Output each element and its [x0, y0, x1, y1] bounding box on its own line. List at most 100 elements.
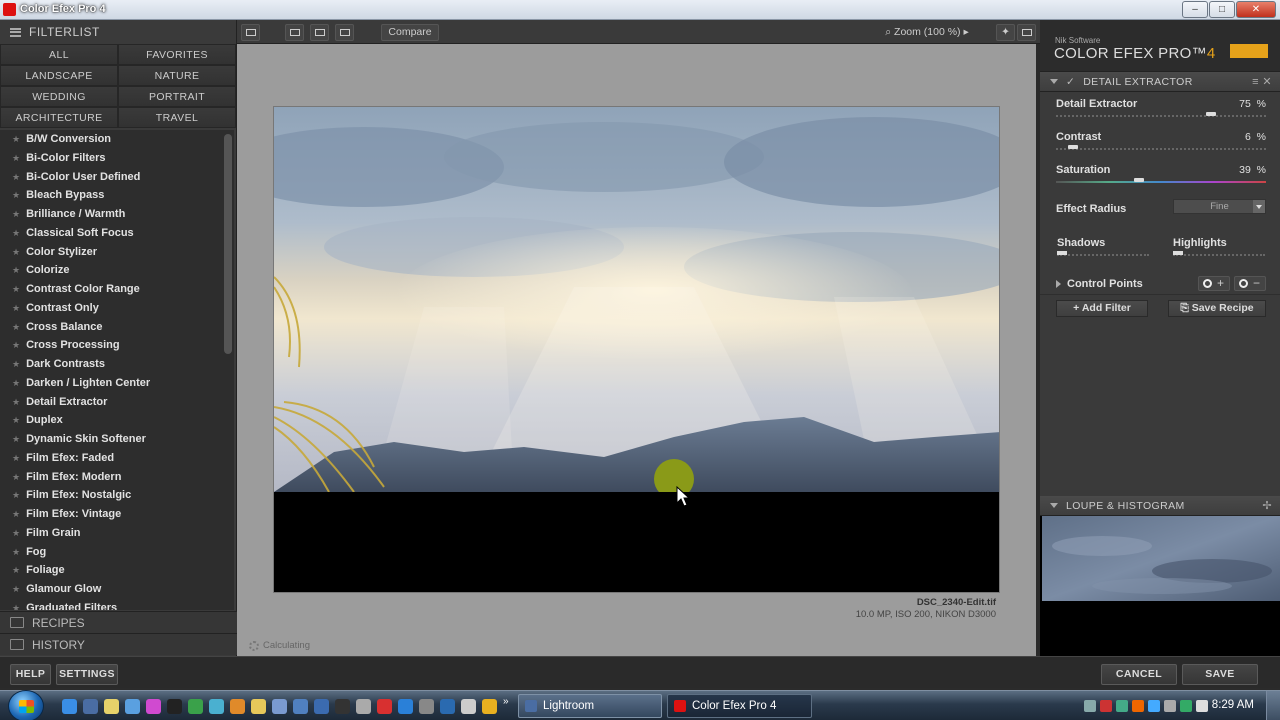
- compare-button[interactable]: Compare: [381, 24, 439, 41]
- star-icon[interactable]: ★: [12, 359, 20, 369]
- quicklaunch-icon[interactable]: [419, 699, 434, 714]
- list-item[interactable]: ★ Contrast Only: [0, 299, 222, 318]
- add-filter-button[interactable]: + Add Filter: [1056, 300, 1148, 317]
- slider-track[interactable]: [1056, 115, 1266, 117]
- tray-icon[interactable]: [1084, 700, 1096, 712]
- show-desktop-button[interactable]: [1266, 691, 1280, 720]
- tray-icon[interactable]: [1164, 700, 1176, 712]
- hide-control-panel-button[interactable]: [1017, 24, 1036, 41]
- quicklaunch-icon[interactable]: [440, 699, 455, 714]
- list-item[interactable]: ★ Cross Balance: [0, 318, 222, 337]
- star-icon[interactable]: ★: [12, 303, 20, 313]
- remove-control-point-button[interactable]: −: [1234, 276, 1266, 291]
- star-icon[interactable]: ★: [12, 153, 20, 163]
- add-control-point-button[interactable]: +: [1198, 276, 1230, 291]
- list-item[interactable]: ★ Color Stylizer: [0, 243, 222, 262]
- quicklaunch-icon[interactable]: [146, 699, 161, 714]
- zoom-arrow-icon[interactable]: ▸: [961, 26, 968, 38]
- star-icon[interactable]: ★: [12, 528, 20, 538]
- shadows-slider-thumb[interactable]: [1057, 251, 1067, 255]
- folder-icon[interactable]: [104, 699, 119, 714]
- slider-track[interactable]: [1056, 148, 1266, 150]
- quicklaunch-icon[interactable]: [188, 699, 203, 714]
- network-icon[interactable]: [1180, 700, 1192, 712]
- window-title-bar[interactable]: Color Efex Pro 4 – □ ✕: [0, 0, 1280, 20]
- recipes-section[interactable]: RECIPES: [0, 611, 237, 633]
- quicklaunch-icon[interactable]: [314, 699, 329, 714]
- category-favorites[interactable]: FAVORITES: [118, 44, 236, 65]
- star-icon[interactable]: ★: [12, 247, 20, 257]
- star-icon[interactable]: ★: [12, 190, 20, 200]
- quicklaunch-icon[interactable]: [167, 699, 182, 714]
- list-item[interactable]: ★ Glamour Glow: [0, 580, 222, 599]
- quicklaunch-icon[interactable]: [230, 699, 245, 714]
- list-item[interactable]: ★ Detail Extractor: [0, 393, 222, 412]
- effect-radius-select[interactable]: Fine: [1173, 199, 1266, 214]
- pin-icon[interactable]: ✢: [1262, 499, 1272, 512]
- tray-icon[interactable]: [1116, 700, 1128, 712]
- saturation-slider[interactable]: Saturation 39 %: [1040, 158, 1280, 191]
- star-icon[interactable]: ★: [12, 322, 20, 332]
- star-icon[interactable]: ★: [12, 434, 20, 444]
- history-section[interactable]: HISTORY: [0, 633, 237, 655]
- list-item[interactable]: ★ Dynamic Skin Softener: [0, 430, 222, 449]
- close-button[interactable]: ✕: [1236, 1, 1276, 18]
- clock[interactable]: 8:29 AM: [1212, 699, 1254, 711]
- list-item[interactable]: ★ Brilliance / Warmth: [0, 205, 222, 224]
- outlook-icon[interactable]: [125, 699, 140, 714]
- star-icon[interactable]: ★: [12, 472, 20, 482]
- minimize-button[interactable]: –: [1182, 1, 1208, 18]
- slider-thumb[interactable]: [1068, 145, 1078, 149]
- list-item[interactable]: ★ Colorize: [0, 261, 222, 280]
- star-icon[interactable]: ★: [12, 490, 20, 500]
- filterlist-header[interactable]: FILTERLIST: [0, 20, 236, 44]
- star-icon[interactable]: ★: [12, 134, 20, 144]
- save-button[interactable]: SAVE: [1182, 664, 1258, 685]
- save-recipe-button[interactable]: ⎘ Save Recipe: [1168, 300, 1266, 317]
- list-item[interactable]: ★ Foliage: [0, 561, 222, 580]
- list-item[interactable]: ★ Cross Processing: [0, 336, 222, 355]
- star-icon[interactable]: ★: [12, 228, 20, 238]
- category-travel[interactable]: TRAVEL: [118, 107, 236, 128]
- shadows-slider-track[interactable]: [1057, 254, 1149, 256]
- star-icon[interactable]: ★: [12, 509, 20, 519]
- collapse-icon[interactable]: [1050, 79, 1058, 84]
- collapse-icon[interactable]: [1050, 503, 1058, 508]
- slider-thumb[interactable]: [1134, 178, 1144, 182]
- category-portrait[interactable]: PORTRAIT: [118, 86, 236, 107]
- list-item[interactable]: ★ Film Efex: Modern: [0, 468, 222, 487]
- category-nature[interactable]: NATURE: [118, 65, 236, 86]
- filter-enabled-check-icon[interactable]: ✓: [1066, 76, 1075, 88]
- list-item[interactable]: ★ Film Efex: Faded: [0, 449, 222, 468]
- maximize-button[interactable]: □: [1209, 1, 1235, 18]
- split-view-button[interactable]: [310, 24, 329, 41]
- quicklaunch-icon[interactable]: [335, 699, 350, 714]
- quicklaunch-icon[interactable]: [482, 699, 497, 714]
- star-icon[interactable]: ★: [12, 415, 20, 425]
- highlights-slider-thumb[interactable]: [1173, 251, 1183, 255]
- list-item[interactable]: ★ Bi-Color User Defined: [0, 168, 222, 187]
- list-item[interactable]: ★ Film Grain: [0, 524, 222, 543]
- list-item[interactable]: ★ Contrast Color Range: [0, 280, 222, 299]
- detail-extractor-slider[interactable]: Detail Extractor 75 %: [1040, 92, 1280, 125]
- list-item[interactable]: ★ Dark Contrasts: [0, 355, 222, 374]
- category-landscape[interactable]: LANDSCAPE: [0, 65, 118, 86]
- quicklaunch-icon[interactable]: [377, 699, 392, 714]
- control-points-row[interactable]: Control Points + −: [1040, 273, 1280, 295]
- star-icon[interactable]: ★: [12, 284, 20, 294]
- chevron-icon[interactable]: »: [503, 696, 509, 707]
- list-item[interactable]: ★ Film Efex: Vintage: [0, 505, 222, 524]
- tray-icon[interactable]: [1132, 700, 1144, 712]
- taskbar-item-lightroom[interactable]: Lightroom: [518, 694, 662, 718]
- list-item[interactable]: ★ Film Efex: Nostalgic: [0, 486, 222, 505]
- preview-canvas[interactable]: DSC_2340-Edit.tif 10.0 MP, ISO 200, NIKO…: [237, 44, 1040, 656]
- volume-icon[interactable]: [1196, 700, 1208, 712]
- tray-icon[interactable]: [1100, 700, 1112, 712]
- star-icon[interactable]: ★: [12, 603, 20, 610]
- highlights-slider-track[interactable]: [1173, 254, 1265, 256]
- single-view-button[interactable]: [285, 24, 304, 41]
- quicklaunch-icon[interactable]: [251, 699, 266, 714]
- star-icon[interactable]: ★: [12, 453, 20, 463]
- scrollbar-thumb[interactable]: [224, 134, 232, 354]
- filter-list-scrollbar[interactable]: [222, 130, 234, 610]
